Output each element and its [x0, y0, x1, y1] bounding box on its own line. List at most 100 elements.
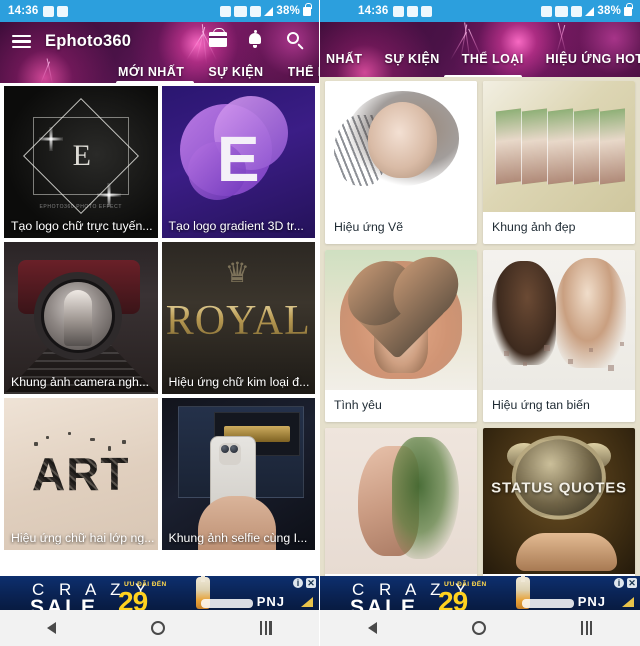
grid-item[interactable]: STATUS QUOTES [483, 428, 635, 592]
art-dispersion-text-thumb: ART [4, 398, 158, 550]
status-bar-right: 14:36 38% [320, 0, 640, 22]
ad-promo-number: 29 [118, 586, 148, 610]
ad-banner-left[interactable]: C R A Z Y SALE ƯU ĐÃI ĐẾN 29 PNJ i ✕ [0, 576, 319, 610]
grid-item-label: Tình yêu [334, 398, 382, 412]
grid-item[interactable]: E Tạo logo gradient 3D tr... [161, 86, 315, 238]
grid-item-label: Tạo logo chữ trực tuyến... [11, 219, 153, 233]
lock-icon [303, 3, 312, 16]
status-time: 14:36 [358, 5, 389, 17]
quote-overlay-text: STATUS QUOTES [491, 479, 627, 497]
ad-controls: i ✕ [293, 578, 316, 588]
grid-item[interactable]: Khung ảnh đẹp [483, 81, 635, 244]
grid-item-label: Hiệu ứng chữ kim loại đ... [168, 375, 310, 389]
search-icon[interactable] [287, 31, 307, 52]
tab-su-kien[interactable]: SỰ KIỆN [385, 52, 440, 69]
tab-su-kien[interactable]: SỰ KIỆN [208, 65, 263, 82]
app-title: Ephoto360 [45, 32, 132, 50]
signal-icon [585, 6, 595, 16]
ad-info-icon[interactable]: i [614, 578, 624, 588]
battery-percent: 38% [597, 5, 621, 17]
system-nav-bar-left [0, 610, 319, 646]
grid-item[interactable]: Hiệu ứng tan biến [483, 250, 635, 422]
ad-banner-right[interactable]: C R A Z Y SALE ƯU ĐÃI ĐẾN 29 PNJ i ✕ [320, 576, 640, 610]
hamburger-menu-icon[interactable] [12, 34, 31, 49]
grid-item[interactable]: Tình yêu [325, 250, 477, 422]
ad-info-icon[interactable]: i [293, 578, 303, 588]
grid-item-label: Tạo logo gradient 3D tr... [168, 219, 304, 233]
grid-item-label: Khung ảnh camera ngh... [11, 375, 150, 389]
left-phone-screen: 14:36 38% Ephoto360 MỚI NHẤT SỰ KIỆN THỂ… [0, 0, 320, 646]
ad-brand: PNJ [577, 594, 606, 609]
ad-close-icon[interactable]: ✕ [306, 578, 316, 588]
vpn-icon [57, 5, 69, 17]
categories-body: Hiệu ứng Vẽ Khung ảnh đẹp Tình yêu Hiệu … [320, 77, 640, 646]
status-quotes-clock-thumb: STATUS QUOTES [483, 428, 635, 574]
home-icon[interactable] [151, 621, 166, 635]
ad-promo-number: 29 [438, 586, 468, 610]
ad-headline-bottom: SALE [30, 596, 99, 610]
recents-icon[interactable] [580, 621, 593, 635]
grid-item[interactable]: E EPHOTO360 PHOTO EFFECT Tạo logo chữ tr… [4, 86, 158, 238]
grid-item[interactable] [325, 428, 477, 592]
battery-percent: 38% [276, 5, 300, 17]
grid-item[interactable]: ART Hiệu ứng chữ hai lớp ng... [4, 398, 158, 550]
system-nav-bar-right [320, 610, 640, 646]
home-icon[interactable] [471, 621, 486, 635]
status-right-icons: 38% [220, 3, 312, 17]
grid-item-label: Hiệu ứng tan biến [492, 398, 590, 412]
ad-decor-icon [301, 597, 313, 607]
tab-the-loai[interactable]: THỂ L [288, 65, 319, 82]
vpn-icon [421, 5, 433, 17]
data-usage-icon [43, 5, 55, 17]
ad-close-icon[interactable]: ✕ [627, 578, 637, 588]
tab-bar-right: NHẤT SỰ KIỆN THỂ LOẠI HIỆU ỨNG HOT [320, 48, 640, 70]
recents-icon[interactable] [260, 621, 272, 635]
ad-headline-bottom: SALE [350, 596, 419, 610]
bell-icon[interactable] [248, 30, 268, 52]
heart-hands-portrait-thumb [325, 250, 477, 390]
royal-metal-text-thumb: ♛ ROYAL [161, 242, 315, 394]
tab-bar-left: MỚI NHẤT SỰ KIỆN THỂ L [0, 61, 319, 83]
back-icon[interactable] [47, 622, 57, 634]
status-left-icons [43, 5, 69, 17]
back-icon[interactable] [367, 622, 377, 634]
grid-item-label: Khung ảnh đẹp [492, 220, 576, 234]
alarm-icon [541, 5, 553, 17]
grid-item[interactable]: Khung ảnh selfie cùng I... [161, 398, 315, 550]
dark-floral-logo-frame-thumb: E EPHOTO360 PHOTO EFFECT [4, 86, 158, 238]
data-speed-icon [555, 5, 569, 17]
dual-sim-icon [571, 5, 583, 17]
black-white-camera-lens-thumb [4, 242, 158, 394]
right-phone-screen: 14:36 38% NHẤT SỰ KIỆN THỂ LOẠI HIỆU ỨNG… [320, 0, 640, 646]
ad-controls: i ✕ [614, 578, 637, 588]
dual-sim-icon [250, 5, 262, 17]
ad-button-shape [201, 599, 253, 608]
grid-item[interactable]: Khung ảnh camera ngh... [4, 242, 158, 394]
dispersion-couple-thumb [483, 250, 635, 390]
app-header-right: NHẤT SỰ KIỆN THỂ LOẠI HIỆU ỨNG HOT [320, 22, 640, 77]
status-right-icons: 38% [541, 3, 633, 17]
grid-item[interactable]: Hiệu ứng Vẽ [325, 81, 477, 244]
nature-double-exposure-thumb [325, 428, 477, 574]
gift-icon[interactable] [209, 27, 229, 52]
data-usage-icon [393, 5, 405, 17]
grid-item-label: Hiệu ứng chữ hai lớp ng... [11, 531, 155, 545]
multi-panel-photo-frame-thumb [483, 81, 635, 212]
tab-nhat[interactable]: NHẤT [326, 52, 363, 69]
status-bar-left: 14:36 38% [0, 0, 319, 22]
effects-grid-left: E EPHOTO360 PHOTO EFFECT Tạo logo chữ tr… [0, 83, 319, 550]
screenshot-icon [407, 5, 419, 17]
status-left-icons [393, 5, 433, 17]
grid-item-label: Khung ảnh selfie cùng I... [168, 531, 308, 545]
tab-moi-nhat[interactable]: MỚI NHẤT [118, 65, 184, 82]
categories-grid-right: Hiệu ứng Vẽ Khung ảnh đẹp Tình yêu Hiệu … [320, 77, 640, 592]
art-text: ART [31, 448, 130, 500]
status-time: 14:36 [8, 5, 39, 17]
ad-button-shape [522, 599, 574, 608]
tab-the-loai[interactable]: THỂ LOẠI [462, 52, 524, 69]
grid-item-label: Hiệu ứng Vẽ [334, 220, 404, 234]
grid-item[interactable]: ♛ ROYAL Hiệu ứng chữ kim loại đ... [161, 242, 315, 394]
tab-hieu-ung-hot[interactable]: HIỆU ỨNG HOT [546, 52, 640, 69]
app-header-actions [209, 27, 307, 52]
signal-icon [264, 6, 274, 16]
